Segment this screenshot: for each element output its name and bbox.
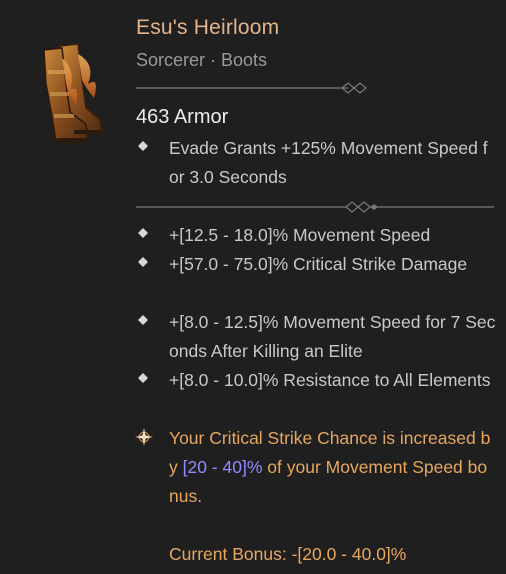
- diamond-bullet-icon: [138, 141, 148, 151]
- diamond-bullet-icon: [138, 373, 148, 383]
- boots-icon: [43, 43, 103, 143]
- current-bonus-label: Current Bonus:: [169, 544, 292, 564]
- divider-ornament: [136, 82, 376, 94]
- diamond-bullet-icon: [138, 228, 148, 238]
- affix-text: +[57.0 - 75.0]% Critical Strike Damage: [169, 254, 468, 274]
- diamond-bullet-icon: [138, 315, 148, 325]
- unique-power-text: Your Critical Strike Chance is increased…: [169, 424, 496, 511]
- diamond-bullet-icon: [138, 257, 148, 267]
- divider-ornament: [136, 201, 496, 213]
- unique-range-value: [20 - 40]%: [182, 457, 263, 477]
- affix-item: +[8.0 - 12.5]% Movement Speed for 7 Seco…: [136, 308, 496, 366]
- affix-text: +[8.0 - 10.0]% Resistance to All Element…: [169, 370, 491, 390]
- affix-item: +[57.0 - 75.0]% Critical Strike Damage: [136, 250, 496, 279]
- affix-text: +[8.0 - 12.5]% Movement Speed for 7 Seco…: [169, 312, 496, 361]
- current-bonus-value: -[20.0 - 40.0]%: [291, 544, 407, 564]
- current-bonus: Current Bonus: -[20.0 - 40.0]%: [169, 540, 406, 569]
- implicit-text: Evade Grants +125% Movement Speed for 3.…: [169, 138, 488, 187]
- affix-item: +[12.5 - 18.0]% Movement Speed: [136, 221, 496, 250]
- armor-value: 463 Armor: [136, 106, 229, 128]
- star-burst-icon: [135, 428, 153, 446]
- affix-text: +[12.5 - 18.0]% Movement Speed: [169, 225, 431, 245]
- implicit-affix: Evade Grants +125% Movement Speed for 3.…: [136, 134, 496, 192]
- item-name: Esu's Heirloom: [136, 16, 280, 39]
- item-class-type: Sorcerer · Boots: [136, 50, 268, 70]
- affix-item: +[8.0 - 10.0]% Resistance to All Element…: [136, 366, 496, 395]
- boots-item-image: [30, 40, 112, 148]
- unique-power: Your Critical Strike Chance is increased…: [135, 424, 496, 511]
